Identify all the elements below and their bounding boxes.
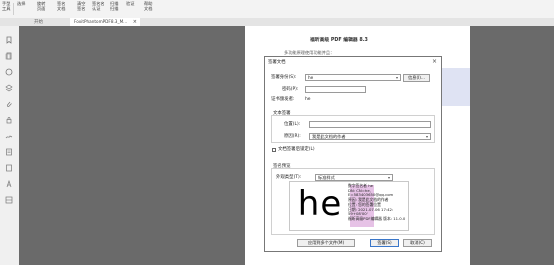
apply-to-multiple-button[interactable]: 应用到多个文件(M) [297,239,355,247]
sign-document-dialog: 签署文档 × 签署身份(S): he ▾ 信息(I)... 密码(P): 证书颁… [264,56,442,252]
tab-document-label: FoxitPhantomPDF8.3_M... [74,19,128,24]
tab-document[interactable]: FoxitPhantomPDF8.3_M... × [70,18,140,26]
close-icon[interactable]: × [432,58,437,65]
location-label: 位置(L): [284,122,301,127]
reason-label: 原因(R): [284,134,301,139]
toolbar-rotate-page[interactable]: 旋转 页面 [37,1,45,11]
toolbar-scan[interactable]: 扫描 扫描 [110,1,118,11]
sign-as-label: 签署身份(S): [271,75,297,80]
toolbar-label-bottom: 文档 [57,6,66,11]
toolbar-divider [13,3,14,15]
chevron-down-icon: ▾ [425,134,428,139]
toolbar-label-bottom: 页面 [37,6,46,11]
tab-start[interactable]: 开始 [34,19,43,25]
toolbar-label-bottom: 扫描 [110,6,119,11]
toolbar-verify[interactable]: 验证 [126,1,134,6]
toolbar-label-bottom: 文档 [144,6,153,11]
toolbar-label-bottom: 工具 [2,6,11,11]
signature-preview: he 数字签名者 he DN: CN=he, E=583403650@qq.co… [289,181,409,231]
pages-icon[interactable] [5,52,13,60]
ribbon-toolbar: 手型 工具 选择 旋转 页面 签名 文档 清空 签名 签名名 认证 扫描 扫描 … [0,0,554,18]
structure-icon[interactable] [5,196,13,204]
document-canvas-left [19,26,245,265]
reason-select[interactable]: 我是此文档的作者 ▾ [309,133,431,140]
sign-as-value: he [308,75,314,80]
toolbar-label-bottom: 认证 [92,6,101,11]
signature-preview-name: he [297,184,343,224]
left-navigation-panel [0,26,20,265]
comment-icon[interactable] [5,68,13,76]
lock-icon[interactable] [5,116,13,124]
info-button[interactable]: 信息(I)... [403,74,430,82]
lock-after-sign-label: 文档签署后锁定(L) [278,147,315,152]
toolbar-label-top: 验证 [126,1,135,6]
close-icon[interactable]: × [133,18,137,26]
issuer-value: he [305,97,311,102]
issuer-label: 证书颁发者: [271,97,295,102]
toolbar-select-tool[interactable]: 选择 [17,1,25,6]
bookmark-icon[interactable] [5,36,13,44]
location-field[interactable] [309,121,431,128]
page-title: 福昕高级 PDF 编辑器 8.3 [310,38,368,43]
chevron-down-icon: ▾ [387,175,390,180]
cancel-button[interactable]: 取消(C) [403,239,432,247]
toolbar-certify[interactable]: 签名名 认证 [92,1,105,11]
signature-detail-line: 福昕高级PDF编辑器 版本: 11.0.0 [348,215,406,221]
password-label: 密码(P): [282,87,299,92]
appearance-type-value: 标准样式 [318,175,335,180]
sign-button[interactable]: 签署(S) [370,239,399,247]
reason-value: 我是此文档的作者 [312,134,346,139]
signature-details: 数字签名者 he DN: CN=he, E=583403650@qq.com 原… [348,183,406,222]
layers-icon[interactable] [5,84,13,92]
appearance-type-label: 外观类型(T): [276,175,302,180]
toolbar-sign-document[interactable]: 签名 文档 [57,1,65,11]
attachment-icon[interactable] [5,100,13,108]
toolbar-clear-signature[interactable]: 清空 签名 [77,1,85,11]
sign-as-select[interactable]: he ▾ [305,74,401,81]
format-icon[interactable] [5,180,13,188]
password-field[interactable] [305,86,366,93]
dialog-title: 签署文档 [268,60,286,65]
toolbar-hand-tool[interactable]: 手型 工具 [2,1,10,11]
toolbar-label-top: 选择 [17,1,26,6]
content-icon[interactable] [5,148,13,156]
toolbar-label-bottom: 签名 [77,6,86,11]
signature-panel-icon[interactable] [5,132,13,140]
appearance-type-select[interactable]: 标准样式 ▾ [315,174,393,181]
lock-after-sign-checkbox[interactable] [272,148,276,152]
tags-icon[interactable] [5,164,13,172]
toolbar-help[interactable]: 帮助 文档 [144,1,152,11]
chevron-down-icon: ▾ [395,75,398,80]
document-canvas-right [470,26,554,265]
